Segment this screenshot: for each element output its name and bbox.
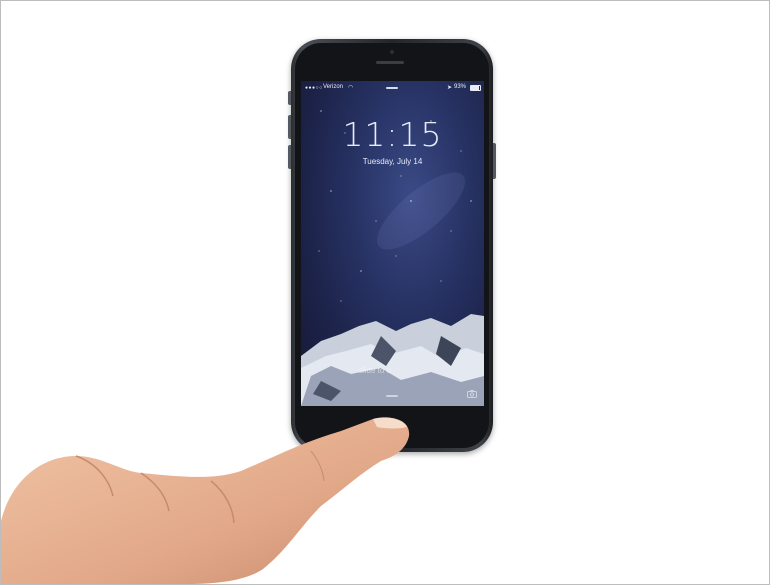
pointing-hand [1,417,410,584]
carrier-label: Verizon [323,84,344,90]
status-bar: ●●●○○ Verizon ◠ ➤ 93% [301,81,484,95]
volume-down-button [288,145,291,169]
control-center-grabber[interactable] [386,395,398,397]
location-arrow-icon: ➤ [447,85,453,91]
power-button [493,143,496,179]
mute-switch [288,91,291,105]
lock-screen-date: Tuesday, July 14 [362,157,423,166]
notification-grabber[interactable] [386,87,398,89]
battery-percent: 93% [454,84,467,90]
snowy-mountains [301,314,484,406]
volume-up-button [288,115,291,139]
earpiece-speaker [376,61,404,64]
image-frame: ●●●○○ Verizon ◠ ➤ 93% 11:15 Tuesday, Jul… [0,0,770,585]
front-camera [390,50,394,54]
wifi-icon: ◠ [348,85,354,91]
battery-icon [470,85,481,91]
slide-to-unlock[interactable]: slide to u [359,366,391,375]
camera-icon[interactable] [467,390,477,400]
lock-screen-time: 11:15 [342,115,443,154]
lock-screen: ●●●○○ Verizon ◠ ➤ 93% 11:15 Tuesday, Jul… [301,81,484,406]
signal-dots-icon: ●●●○○ [305,85,323,91]
